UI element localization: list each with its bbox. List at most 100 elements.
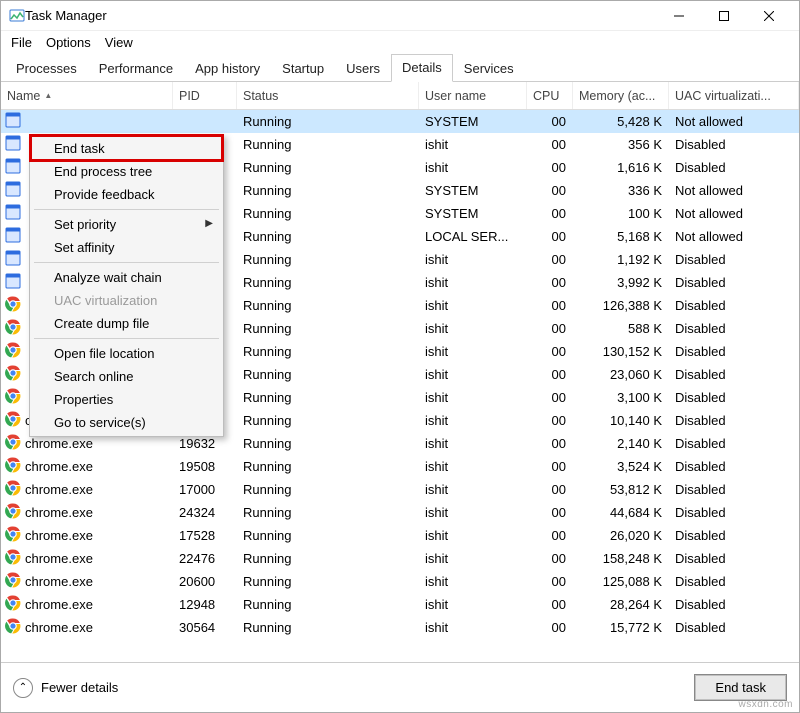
chrome-icon (5, 549, 21, 568)
menu-view[interactable]: View (105, 35, 133, 50)
tab-performance[interactable]: Performance (88, 55, 184, 82)
cell-pid: 19508 (173, 454, 237, 479)
cell-user: ishit (419, 523, 527, 548)
cell-memory: 588 K (573, 316, 669, 341)
col-header-cpu[interactable]: CPU (527, 82, 573, 109)
cell-cpu: 00 (527, 454, 573, 479)
chrome-icon (5, 572, 21, 591)
cell-user: ishit (419, 362, 527, 387)
col-header-pid[interactable]: PID (173, 82, 237, 109)
chrome-icon (5, 526, 21, 545)
tab-services[interactable]: Services (453, 55, 525, 82)
cell-status: Running (237, 546, 419, 571)
cell-cpu: 00 (527, 523, 573, 548)
fewer-details-button[interactable]: ⌃ Fewer details (13, 678, 118, 698)
col-header-user[interactable]: User name (419, 82, 527, 109)
cell-cpu: 00 (527, 132, 573, 157)
menu-options[interactable]: Options (46, 35, 91, 50)
col-header-memory[interactable]: Memory (ac... (573, 82, 669, 109)
process-name: chrome.exe (25, 528, 93, 543)
cell-user: ishit (419, 339, 527, 364)
watermark: wsxdn.com (738, 699, 793, 710)
window-title: Task Manager (25, 8, 656, 23)
cell-status: Running (237, 454, 419, 479)
cell-cpu: 00 (527, 110, 573, 134)
chrome-icon (5, 365, 21, 384)
col-header-name[interactable]: Name ▲ (1, 82, 173, 109)
app-icon (5, 204, 21, 223)
cell-memory: 158,248 K (573, 546, 669, 571)
cell-memory: 356 K (573, 132, 669, 157)
menu-item-provide-feedback[interactable]: Provide feedback (32, 183, 221, 206)
end-task-button[interactable]: End task (694, 674, 787, 701)
cell-user: ishit (419, 500, 527, 525)
menu-item-end-task[interactable]: End task (32, 137, 221, 160)
menu-item-open-file-location[interactable]: Open file location (32, 342, 221, 365)
maximize-button[interactable] (701, 1, 746, 31)
cell-pid: 17000 (173, 477, 237, 502)
chrome-icon (5, 342, 21, 361)
menu-item-set-priority[interactable]: Set priority▶ (32, 213, 221, 236)
col-header-status[interactable]: Status (237, 82, 419, 109)
cell-pid: 22476 (173, 546, 237, 571)
process-row[interactable]: chrome.exe 30564 Running ishit 00 15,772… (1, 616, 799, 639)
chrome-icon (5, 595, 21, 614)
cell-status: Running (237, 615, 419, 640)
cell-uac: Disabled (669, 408, 799, 433)
process-name: chrome.exe (25, 505, 93, 520)
cell-user: ishit (419, 293, 527, 318)
cell-uac: Not allowed (669, 178, 799, 203)
cell-pid: 20600 (173, 569, 237, 594)
tab-processes[interactable]: Processes (5, 55, 88, 82)
cell-cpu: 00 (527, 339, 573, 364)
tab-users[interactable]: Users (335, 55, 391, 82)
chrome-icon (5, 296, 21, 315)
col-label: UAC virtualizati... (675, 89, 771, 103)
app-icon (5, 250, 21, 269)
close-button[interactable] (746, 1, 791, 31)
cell-uac: Not allowed (669, 201, 799, 226)
tab-startup[interactable]: Startup (271, 55, 335, 82)
app-icon (5, 181, 21, 200)
titlebar: Task Manager (1, 1, 799, 31)
minimize-button[interactable] (656, 1, 701, 31)
app-icon (5, 135, 21, 154)
col-header-uac[interactable]: UAC virtualizati... (669, 82, 799, 109)
cell-uac: Disabled (669, 477, 799, 502)
maximize-icon (719, 11, 729, 21)
cell-status: Running (237, 385, 419, 410)
cell-pid: 24324 (173, 500, 237, 525)
menu-separator (34, 209, 219, 210)
cell-pid: 17528 (173, 523, 237, 548)
cell-pid: 30564 (173, 615, 237, 640)
cell-cpu: 00 (527, 362, 573, 387)
cell-uac: Disabled (669, 385, 799, 410)
col-label: Name (7, 89, 40, 103)
cell-cpu: 00 (527, 408, 573, 433)
tab-app-history[interactable]: App history (184, 55, 271, 82)
chrome-icon (5, 503, 21, 522)
app-icon (5, 227, 21, 246)
menu-item-analyze-wait-chain[interactable]: Analyze wait chain (32, 266, 221, 289)
menu-file[interactable]: File (11, 35, 32, 50)
cell-uac: Disabled (669, 431, 799, 456)
menu-item-properties[interactable]: Properties (32, 388, 221, 411)
cell-memory: 125,088 K (573, 569, 669, 594)
menu-item-end-process-tree[interactable]: End process tree (32, 160, 221, 183)
menu-item-go-to-service-s-[interactable]: Go to service(s) (32, 411, 221, 434)
menu-item-search-online[interactable]: Search online (32, 365, 221, 388)
process-name: chrome.exe (25, 551, 93, 566)
cell-memory: 3,100 K (573, 385, 669, 410)
cell-status: Running (237, 247, 419, 272)
cell-memory: 2,140 K (573, 431, 669, 456)
cell-user: ishit (419, 546, 527, 571)
tab-details[interactable]: Details (391, 54, 453, 82)
menu-item-create-dump-file[interactable]: Create dump file (32, 312, 221, 335)
cell-status: Running (237, 339, 419, 364)
cell-memory: 3,524 K (573, 454, 669, 479)
cell-user: ishit (419, 477, 527, 502)
cell-cpu: 00 (527, 477, 573, 502)
cell-memory: 126,388 K (573, 293, 669, 318)
cell-status: Running (237, 316, 419, 341)
menu-item-set-affinity[interactable]: Set affinity (32, 236, 221, 259)
